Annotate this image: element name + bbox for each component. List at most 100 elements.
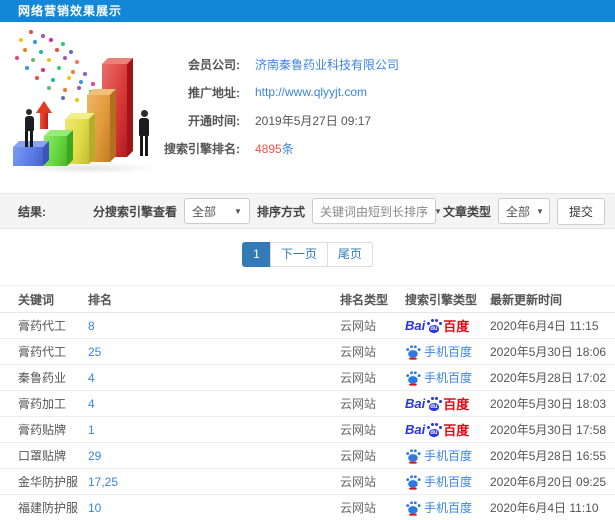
- rank-type-cell: 云网站: [340, 501, 377, 515]
- up-arrow-icon: [36, 101, 53, 129]
- baidu-paw-icon: du: [426, 423, 442, 437]
- rank-type-cell: 云网站: [340, 397, 377, 411]
- mobile-baidu-logo: 手机百度: [405, 343, 490, 360]
- rank-link[interactable]: 4: [88, 371, 340, 385]
- search-engine-cell: 手机百度: [405, 369, 490, 386]
- col-keyword: 关键词: [18, 292, 55, 307]
- col-rank: 排名: [88, 292, 113, 307]
- rank-link[interactable]: 10: [88, 501, 340, 515]
- search-engine-cell: Bai du 百度: [405, 316, 490, 335]
- search-engine-cell: Bai du 百度: [405, 420, 490, 439]
- filter-bar: 结果: 分搜索引擎查看 全部 ▼ 排序方式 关键词由短到长排序 ▼ 文章类型 全部 ▼…: [0, 193, 615, 229]
- confetti-decoration: [11, 28, 15, 32]
- update-time-cell: 2020年6月4日 11:10: [490, 501, 599, 515]
- table-row: 膏药加工 4 云网站 Bai du 百度 2020年5月30日 18:03: [0, 391, 615, 417]
- sort-label: 排序方式: [256, 204, 305, 219]
- table-row: 膏药代工 25 云网站 手机百度 2020年5月30日 18:06: [0, 339, 615, 365]
- promo-url-label: 推广地址:: [188, 85, 240, 100]
- rank-link[interactable]: 17,25: [88, 475, 340, 489]
- page-title: 网络营销效果展示: [0, 0, 615, 22]
- field-company: 会员公司: 济南秦鲁药业科技有限公司: [95, 50, 399, 78]
- mobile-baidu-logo: 手机百度: [405, 499, 490, 516]
- rank-count-suffix[interactable]: 条: [282, 142, 294, 156]
- article-type-select[interactable]: 全部 ▼: [497, 198, 550, 224]
- update-time-cell: 2020年6月4日 11:15: [490, 319, 599, 333]
- keyword-cell: 金华防护服: [18, 475, 79, 489]
- table-row: 福建防护服 10 云网站 手机百度 2020年6月4日 11:10: [0, 495, 615, 520]
- pagination: 1 下一页 尾页: [0, 242, 615, 268]
- keyword-cell: 膏药代工: [18, 319, 67, 333]
- table-row: 金华防护服 17,25 云网站 手机百度 2020年6月20日 09:25: [0, 469, 615, 495]
- rank-count-link[interactable]: 4895条: [255, 140, 294, 157]
- baidu-logo: Bai du 百度: [405, 422, 470, 438]
- last-page-button[interactable]: 尾页: [326, 242, 373, 267]
- mobile-baidu-paw-icon: [405, 501, 418, 516]
- sort-select[interactable]: 关键词由短到长排序 ▼: [311, 198, 442, 224]
- open-time-value: 2019年5月27日 09:17: [255, 113, 372, 128]
- update-time-cell: 2020年5月30日 18:03: [490, 397, 607, 411]
- rank-type-cell: 云网站: [340, 345, 377, 359]
- engine-view-select[interactable]: 全部 ▼: [183, 198, 250, 224]
- rank-type-cell: 云网站: [340, 423, 377, 437]
- article-type-label: 文章类型: [442, 204, 491, 219]
- rank-link[interactable]: 1: [88, 423, 340, 437]
- baidu-logo: Bai du 百度: [405, 318, 470, 334]
- company-link[interactable]: 济南秦鲁药业科技有限公司: [255, 56, 399, 73]
- mobile-baidu-logo: 手机百度: [405, 447, 490, 464]
- table-row: 膏药贴牌 1 云网站 Bai du 百度 2020年5月30日 17:58: [0, 417, 615, 443]
- baidu-paw-icon: du: [426, 319, 442, 333]
- rank-link[interactable]: 29: [88, 449, 340, 463]
- mobile-baidu-logo: 手机百度: [405, 473, 490, 490]
- page-1-button[interactable]: 1: [242, 242, 271, 267]
- rank-type-cell: 云网站: [340, 371, 377, 385]
- promo-url-link[interactable]: http://www.qlyyjt.com: [255, 85, 367, 99]
- table-row: 膏药代工 8 云网站 Bai du 百度 2020年6月4日 11:15: [0, 313, 615, 339]
- update-time-cell: 2020年5月28日 16:55: [490, 449, 607, 463]
- keyword-rank-table: 关键词 排名 排名类型 搜索引擎类型 最新更新时间 膏药代工 8 云网站 Bai d…: [0, 285, 615, 520]
- keyword-cell: 膏药贴牌: [18, 423, 67, 437]
- rank-count-label: 搜索引擎排名:: [164, 141, 240, 156]
- next-page-button[interactable]: 下一页: [269, 242, 328, 267]
- rank-type-cell: 云网站: [340, 475, 377, 489]
- engine-view-label: 分搜索引擎查看: [92, 204, 177, 219]
- keyword-cell: 口罩贴牌: [18, 449, 67, 463]
- search-engine-cell: 手机百度: [405, 473, 490, 490]
- field-rank-count: 搜索引擎排名: 4895条: [95, 134, 399, 162]
- keyword-cell: 膏药加工: [18, 397, 67, 411]
- businessman-figure-left: [20, 109, 38, 147]
- rank-link[interactable]: 4: [88, 397, 340, 411]
- company-label: 会员公司:: [188, 57, 240, 72]
- filter-controls: 分搜索引擎查看 全部 ▼ 排序方式 关键词由短到长排序 ▼ 文章类型 全部 ▼ 提交: [92, 197, 605, 225]
- member-info-section: 会员公司: 济南秦鲁药业科技有限公司 推广地址: http://www.qlyy…: [0, 22, 615, 193]
- col-rank-type: 排名类型: [340, 292, 389, 307]
- mobile-baidu-paw-icon: [405, 345, 418, 360]
- submit-button[interactable]: 提交: [556, 197, 605, 225]
- baidu-logo: Bai du 百度: [405, 396, 470, 412]
- chart-bar-blue: [13, 147, 43, 166]
- result-label: 结果:: [18, 204, 46, 219]
- col-engine-type: 搜索引擎类型: [405, 292, 478, 307]
- keyword-cell: 福建防护服: [18, 501, 79, 515]
- table-row: 秦鲁药业 4 云网站 手机百度 2020年5月28日 17:02: [0, 365, 615, 391]
- member-fields: 会员公司: 济南秦鲁药业科技有限公司 推广地址: http://www.qlyy…: [95, 50, 399, 162]
- mobile-baidu-logo: 手机百度: [405, 369, 490, 386]
- rank-count-number[interactable]: 4895: [255, 142, 282, 156]
- table-header-row: 关键词 排名 排名类型 搜索引擎类型 最新更新时间: [0, 286, 615, 313]
- rank-link[interactable]: 25: [88, 345, 340, 359]
- mobile-baidu-paw-icon: [405, 449, 418, 464]
- rank-type-cell: 云网站: [340, 319, 377, 333]
- chevron-down-icon: ▼: [536, 206, 544, 216]
- chevron-down-icon: ▼: [234, 206, 242, 216]
- keyword-cell: 膏药代工: [18, 345, 67, 359]
- search-engine-cell: Bai du 百度: [405, 394, 490, 413]
- chevron-down-icon: ▼: [433, 206, 442, 216]
- table-row: 口罩贴牌 29 云网站 手机百度 2020年5月28日 16:55: [0, 443, 615, 469]
- search-engine-cell: 手机百度: [405, 447, 490, 464]
- update-time-cell: 2020年5月28日 17:02: [490, 371, 607, 385]
- search-engine-cell: 手机百度: [405, 343, 490, 360]
- search-engine-cell: 手机百度: [405, 499, 490, 516]
- open-time-label: 开通时间:: [188, 113, 240, 128]
- rank-link[interactable]: 8: [88, 319, 340, 333]
- baidu-paw-icon: du: [426, 397, 442, 411]
- update-time-cell: 2020年5月30日 18:06: [490, 345, 607, 359]
